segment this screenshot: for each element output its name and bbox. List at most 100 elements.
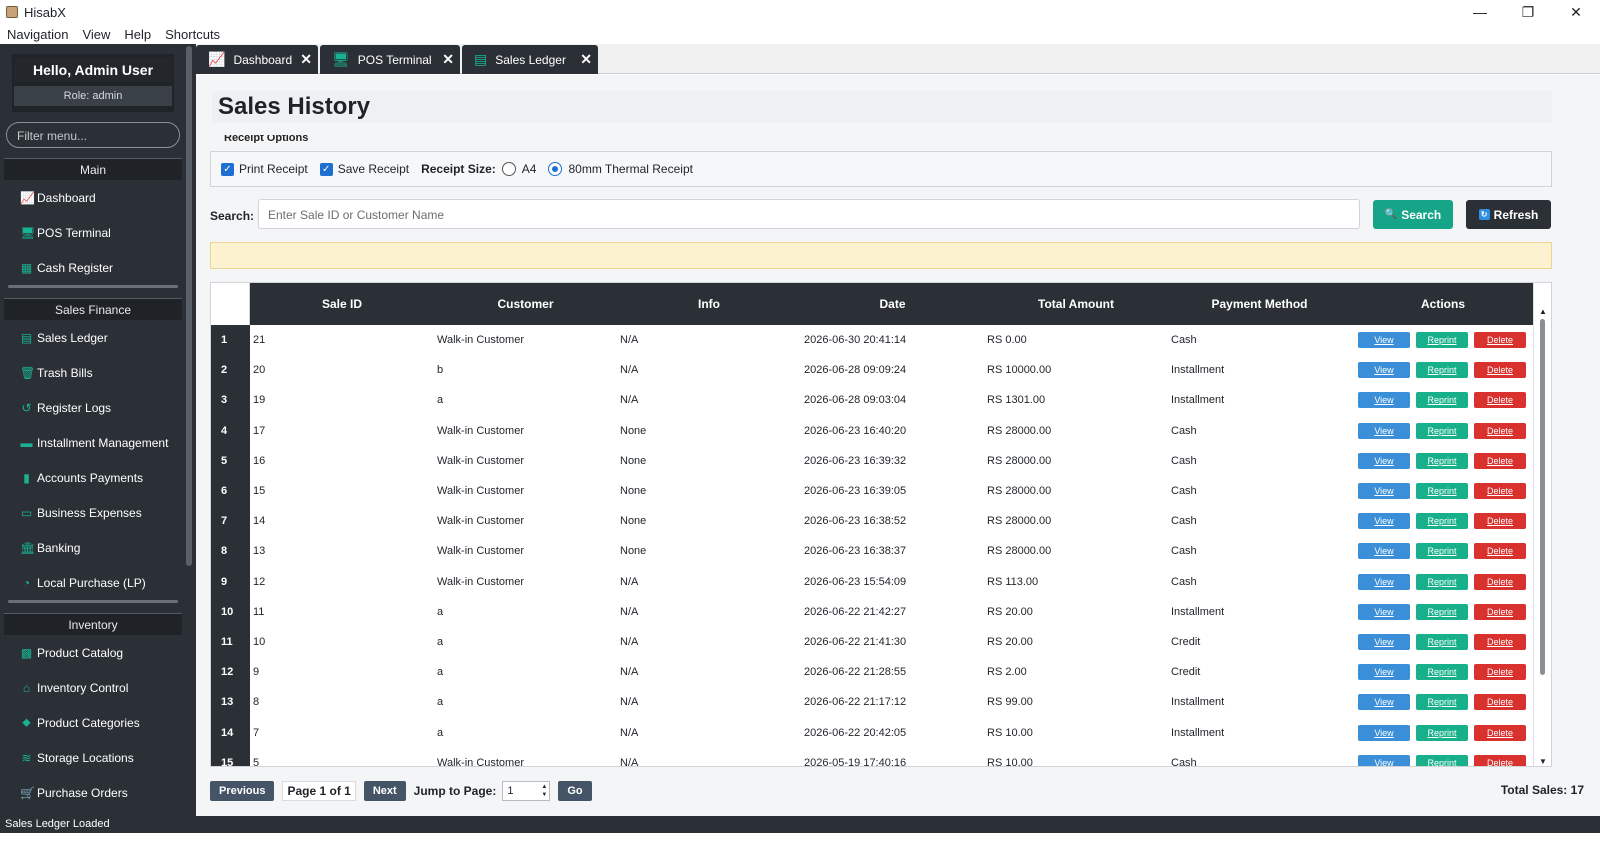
close-tab-icon[interactable]: ✕ — [442, 51, 454, 68]
view-button[interactable]: View — [1358, 724, 1410, 741]
view-button[interactable]: View — [1358, 422, 1410, 439]
view-button[interactable]: View — [1358, 754, 1410, 766]
sidebar-scrollbar[interactable] — [186, 46, 192, 566]
reprint-button[interactable]: Reprint — [1416, 664, 1468, 681]
jump-page-spinner[interactable]: 1 ▲ ▼ — [502, 781, 551, 801]
view-button[interactable]: View — [1358, 694, 1410, 711]
table-row[interactable]: 4 17 Walk-in Customer None 2026-06-23 16:40:… — [211, 415, 1535, 446]
previous-button[interactable]: Previous — [210, 781, 275, 801]
reprint-button[interactable]: Reprint — [1416, 633, 1468, 650]
sidebar-item-accounts-payments[interactable]: ▮ Accounts Payments — [0, 460, 186, 495]
menu-shortcuts[interactable]: Shortcuts — [158, 27, 227, 42]
sidebar-item-sales-ledger[interactable]: ▤ Sales Ledger — [0, 320, 186, 355]
close-tab-icon[interactable]: ✕ — [300, 51, 312, 68]
sidebar-item-pos-terminal[interactable]: 🖥 POS Terminal — [0, 215, 186, 250]
sidebar-item-local-purchase-lp[interactable]: ◔ Local Purchase (LP) — [0, 565, 186, 600]
delete-button[interactable]: Delete — [1474, 633, 1526, 650]
scroll-up-icon[interactable]: ▲ — [1539, 307, 1547, 316]
minimize-button[interactable]: — — [1456, 0, 1504, 24]
go-button[interactable]: Go — [558, 781, 592, 801]
filter-menu-input[interactable]: Filter menu... — [6, 122, 180, 148]
menu-view[interactable]: View — [75, 27, 117, 42]
view-button[interactable]: View — [1358, 483, 1410, 500]
view-button[interactable]: View — [1358, 664, 1410, 681]
view-button[interactable]: View — [1358, 573, 1410, 590]
reprint-button[interactable]: Reprint — [1416, 543, 1468, 560]
table-row[interactable]: 3 19 a N/A 2026-06-28 09:03:04 RS 1301.00 Inst… — [211, 385, 1535, 416]
close-tab-icon[interactable]: ✕ — [580, 51, 592, 68]
delete-button[interactable]: Delete — [1474, 362, 1526, 379]
delete-button[interactable]: Delete — [1474, 754, 1526, 766]
reprint-button[interactable]: Reprint — [1416, 362, 1468, 379]
col-date[interactable]: Date — [801, 283, 984, 325]
table-row[interactable]: 14 7 a N/A 2026-06-22 20:42:05 RS 10.00 Instal… — [211, 717, 1535, 748]
delete-button[interactable]: Delete — [1474, 483, 1526, 500]
col-sale-id[interactable]: Sale ID — [250, 283, 434, 325]
sidebar-item-cash-register[interactable]: ▦ Cash Register — [0, 250, 186, 285]
sidebar-item-product-categories[interactable]: ⬥ Product Categories — [0, 705, 186, 740]
table-row[interactable]: 12 9 a N/A 2026-06-22 21:28:55 RS 2.00 Credit V… — [211, 657, 1535, 688]
table-row[interactable]: 15 5 Walk-in Customer N/A 2026-05-19 17:40:1… — [211, 747, 1535, 766]
reprint-button[interactable]: Reprint — [1416, 452, 1468, 469]
view-button[interactable]: View — [1358, 543, 1410, 560]
print-receipt-checkbox[interactable]: ✓ — [221, 162, 234, 176]
reprint-button[interactable]: Reprint — [1416, 392, 1468, 409]
col-info[interactable]: Info — [617, 283, 801, 325]
menu-navigation[interactable]: Navigation — [0, 27, 75, 42]
spinner-arrows-icon[interactable]: ▲ ▼ — [541, 783, 547, 799]
view-button[interactable]: View — [1358, 633, 1410, 650]
delete-button[interactable]: Delete — [1474, 724, 1526, 741]
scroll-thumb[interactable] — [1540, 319, 1545, 675]
close-window-button[interactable]: ✕ — [1552, 0, 1600, 24]
tab-sales-ledger[interactable]: ▤ Sales Ledger ✕ — [462, 45, 598, 74]
delete-button[interactable]: Delete — [1474, 422, 1526, 439]
table-row[interactable]: 2 20 b N/A 2026-06-28 09:09:24 RS 10000.00 Ins… — [211, 355, 1535, 386]
table-row[interactable]: 7 14 Walk-in Customer None 2026-06-23 16:38:… — [211, 506, 1535, 537]
table-row[interactable]: 6 15 Walk-in Customer None 2026-06-23 16:39:… — [211, 475, 1535, 507]
table-row[interactable]: 10 11 a N/A 2026-06-22 21:42:27 RS 20.00 Insta… — [211, 596, 1535, 627]
menu-help[interactable]: Help — [117, 27, 158, 42]
restore-button[interactable]: ❐ — [1504, 0, 1552, 24]
reprint-button[interactable]: Reprint — [1416, 513, 1468, 530]
next-button[interactable]: Next — [363, 781, 406, 801]
reprint-button[interactable]: Reprint — [1416, 724, 1468, 741]
table-row[interactable]: 8 13 Walk-in Customer None 2026-06-23 16:38:… — [211, 536, 1535, 567]
tab-pos-terminal[interactable]: 🖥 POS Terminal ✕ — [320, 45, 460, 74]
reprint-button[interactable]: Reprint — [1416, 483, 1468, 500]
sidebar-item-trash-bills[interactable]: 🗑 Trash Bills — [0, 355, 186, 390]
delete-button[interactable]: Delete — [1474, 664, 1526, 681]
reprint-button[interactable]: Reprint — [1416, 603, 1468, 620]
search-button[interactable]: 🔍 Search — [1373, 200, 1453, 229]
view-button[interactable]: View — [1358, 362, 1410, 379]
sidebar-item-register-logs[interactable]: ↺ Register Logs — [0, 390, 186, 425]
sidebar-item-storage-locations[interactable]: ≋ Storage Locations — [0, 740, 186, 775]
view-button[interactable]: View — [1358, 603, 1410, 620]
size-a4-radio[interactable] — [501, 162, 516, 176]
reprint-button[interactable]: Reprint — [1416, 573, 1468, 590]
search-input[interactable]: Enter Sale ID or Customer Name — [258, 199, 1360, 229]
view-button[interactable]: View — [1358, 513, 1410, 530]
table-row[interactable]: 5 16 Walk-in Customer None 2026-06-23 16:39:… — [211, 445, 1535, 476]
delete-button[interactable]: Delete — [1474, 603, 1526, 620]
col-total-amount[interactable]: Total Amount — [984, 283, 1168, 325]
delete-button[interactable]: Delete — [1474, 452, 1526, 469]
save-receipt-checkbox[interactable]: ✓ — [319, 162, 333, 176]
table-row[interactable]: 9 12 Walk-in Customer N/A 2026-06-23 15:54:0… — [211, 566, 1535, 597]
tab-dashboard[interactable]: 📈 Dashboard ✕ — [196, 45, 318, 74]
reprint-button[interactable]: Reprint — [1416, 422, 1468, 439]
delete-button[interactable]: Delete — [1474, 332, 1526, 349]
sidebar-item-installment-management[interactable]: ▬ Installment Management — [0, 425, 186, 460]
view-button[interactable]: View — [1358, 452, 1410, 469]
reprint-button[interactable]: Reprint — [1416, 332, 1468, 349]
table-row[interactable]: 1 21 Walk-in Customer N/A 2026-06-30 20:41:1… — [211, 325, 1535, 356]
reprint-button[interactable]: Reprint — [1416, 694, 1468, 711]
table-row[interactable]: 11 10 a N/A 2026-06-22 21:41:30 RS 20.00 Credi… — [211, 626, 1535, 658]
sidebar-item-business-expenses[interactable]: ▭ Business Expenses — [0, 495, 186, 530]
delete-button[interactable]: Delete — [1474, 573, 1526, 590]
delete-button[interactable]: Delete — [1474, 543, 1526, 560]
view-button[interactable]: View — [1358, 332, 1410, 349]
sidebar-item-banking[interactable]: 🏛 Banking — [0, 530, 186, 565]
col-customer[interactable]: Customer — [434, 283, 617, 325]
col-payment-method[interactable]: Payment Method — [1168, 283, 1351, 325]
delete-button[interactable]: Delete — [1474, 392, 1526, 409]
